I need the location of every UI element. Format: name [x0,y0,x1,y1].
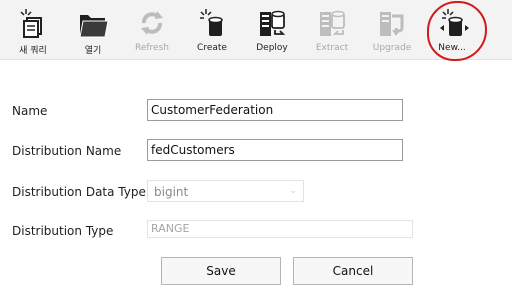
cancel-button[interactable]: Cancel [293,257,413,285]
new-query-icon [20,9,42,38]
extract-button[interactable]: Extract [302,0,362,60]
upgrade-label: Upgrade [372,43,412,53]
upgrade-icon [380,12,404,36]
upgrade-button[interactable]: Upgrade [362,0,422,60]
distribution-type-label: Distribution Type [12,224,114,238]
new-federation-icon [440,9,469,36]
deploy-label: Deploy [256,43,288,53]
create-button[interactable]: Create [182,0,242,60]
refresh-icon [141,11,163,35]
distribution-name-label: Distribution Name [12,144,122,158]
extract-label: Extract [315,43,349,53]
name-label: Name [12,104,48,118]
save-button[interactable]: Save [161,257,281,285]
new-query-button[interactable]: 새 쿼리 [3,0,63,60]
open-label: 열기 [84,46,102,56]
chevron-down-icon: ⌄ [289,186,297,196]
extract-icon [320,10,345,36]
new-federation-button[interactable]: New... [422,0,482,60]
deploy-icon [260,10,286,36]
distribution-data-type-value: bigint [154,185,189,199]
toolbar: 새 쿼리 열기 Refresh Create Deploy Extract Up… [0,0,512,60]
refresh-label: Refresh [135,43,169,53]
refresh-button[interactable]: Refresh [122,0,182,60]
new-query-label: 새 쿼리 [19,46,47,56]
deploy-button[interactable]: Deploy [242,0,302,60]
open-button[interactable]: 열기 [63,0,123,60]
create-database-icon [200,9,223,36]
distribution-data-type-select[interactable]: bigint ⌄ [147,180,304,202]
create-label: Create [197,43,227,53]
new-federation-label: New... [438,43,466,53]
name-field[interactable] [147,99,403,121]
distribution-data-type-label: Distribution Data Type [12,185,146,199]
distribution-type-value: RANGE [151,222,190,235]
folder-open-icon [79,15,109,38]
distribution-type-field: RANGE [147,220,413,238]
distribution-name-field[interactable] [147,139,403,161]
